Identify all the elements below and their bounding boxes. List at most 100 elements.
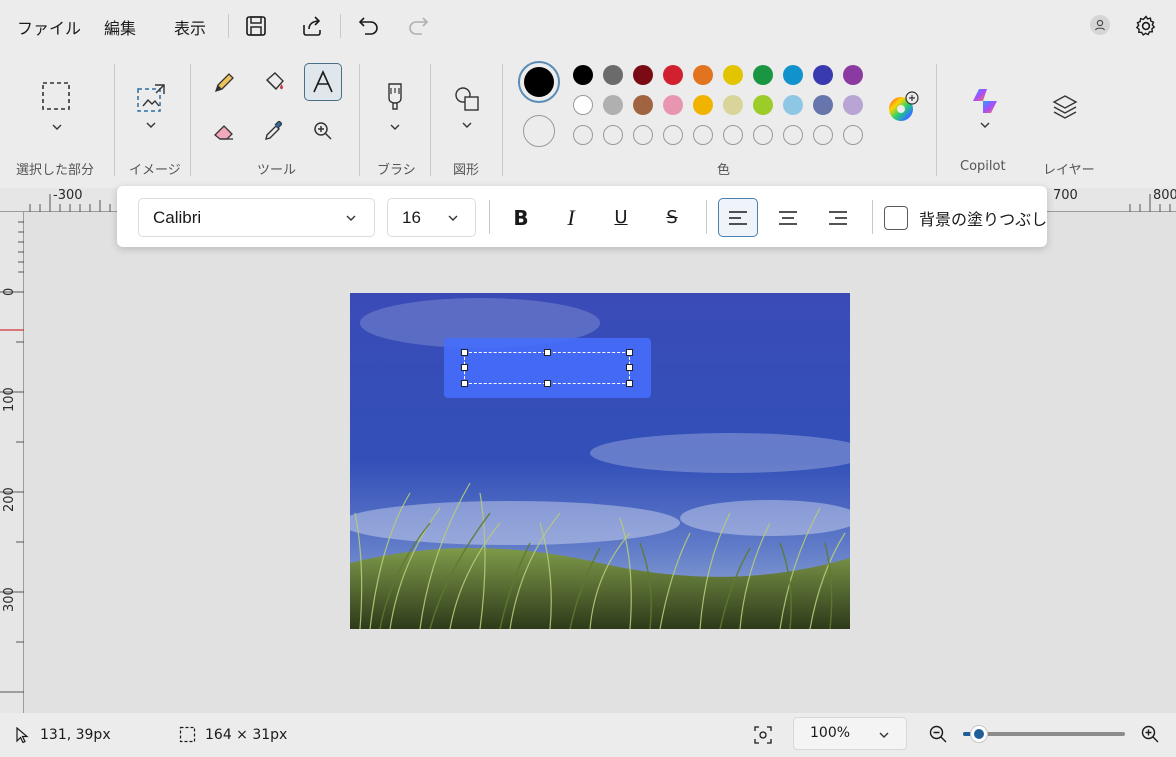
image-tool-button[interactable] (132, 79, 170, 117)
primary-color-ring[interactable] (518, 61, 560, 103)
ribbon-divider (114, 64, 115, 176)
selection-size-icon (179, 726, 196, 743)
color-swatch[interactable] (783, 65, 803, 85)
menu-divider (340, 14, 341, 38)
account-icon[interactable] (1088, 13, 1112, 37)
chevron-down-icon[interactable] (461, 121, 473, 129)
resize-handle[interactable] (461, 349, 468, 356)
color-swatch[interactable] (663, 95, 683, 115)
ruler-label: 0 (2, 287, 17, 296)
undo-icon[interactable] (356, 13, 382, 39)
eraser-icon[interactable] (205, 112, 243, 150)
save-icon[interactable] (243, 13, 269, 39)
color-swatch[interactable] (573, 125, 593, 145)
magnifier-icon[interactable] (304, 112, 342, 150)
layers-icon[interactable] (1046, 88, 1084, 126)
zoom-dropdown[interactable]: 100% (793, 717, 907, 750)
color-swatch[interactable] (603, 125, 623, 145)
menu-view[interactable]: 表示 (174, 15, 206, 39)
fill-background-checkbox[interactable] (884, 206, 908, 230)
resize-handle[interactable] (461, 380, 468, 387)
resize-handle[interactable] (626, 364, 633, 371)
text-tool-button[interactable] (304, 63, 342, 101)
brush-icon[interactable] (376, 78, 414, 116)
color-swatch[interactable] (753, 125, 773, 145)
toolbar-divider (872, 200, 873, 234)
zoom-slider-thumb[interactable] (970, 725, 989, 743)
chevron-down-icon[interactable] (389, 123, 401, 131)
resize-handle[interactable] (626, 349, 633, 356)
align-left-icon (729, 210, 747, 225)
resize-handle[interactable] (544, 380, 551, 387)
color-swatch[interactable] (573, 65, 593, 85)
color-swatch[interactable] (633, 95, 653, 115)
brush-group-label: ブラシ (377, 163, 416, 178)
font-family-dropdown[interactable]: Calibri (138, 198, 375, 237)
color-swatch[interactable] (843, 95, 863, 115)
gear-icon[interactable] (1133, 13, 1159, 39)
color-swatch[interactable] (693, 95, 713, 115)
zoom-out-icon[interactable] (928, 724, 948, 744)
ribbon-divider (190, 64, 191, 176)
resize-handle[interactable] (461, 364, 468, 371)
menu-file[interactable]: ファイル (17, 15, 81, 39)
color-swatch[interactable] (663, 125, 683, 145)
color-swatch[interactable] (633, 125, 653, 145)
color-swatch[interactable] (843, 65, 863, 85)
color-picker-icon[interactable] (255, 112, 293, 150)
color-swatch[interactable] (843, 125, 863, 145)
color-swatch[interactable] (693, 65, 713, 85)
resize-handle[interactable] (626, 380, 633, 387)
italic-button[interactable]: I (551, 198, 591, 237)
color-swatch[interactable] (603, 65, 623, 85)
underline-button[interactable]: U (601, 198, 641, 237)
zoom-in-icon[interactable] (1140, 724, 1160, 744)
color-swatch[interactable] (693, 125, 713, 145)
chevron-down-icon[interactable] (979, 121, 991, 129)
fill-bucket-icon[interactable] (255, 64, 293, 102)
ruler-label: 300 (2, 587, 17, 612)
color-swatch[interactable] (573, 95, 593, 115)
zoom-slider[interactable] (963, 725, 1125, 743)
color-swatch[interactable] (723, 95, 743, 115)
strikethrough-button[interactable]: S (652, 198, 692, 237)
color-swatch[interactable] (753, 95, 773, 115)
color-swatch[interactable] (813, 125, 833, 145)
resize-handle[interactable] (544, 349, 551, 356)
secondary-color-swatch[interactable] (523, 115, 555, 147)
color-swatch[interactable] (813, 95, 833, 115)
color-swatch[interactable] (723, 125, 743, 145)
color-swatch[interactable] (813, 65, 833, 85)
shapes-icon[interactable] (448, 80, 486, 118)
color-swatch[interactable] (783, 125, 803, 145)
menu-edit[interactable]: 編集 (104, 15, 136, 39)
redo-icon[interactable] (405, 13, 431, 39)
vertical-ruler: 0 100 200 300 (0, 212, 24, 713)
align-right-button[interactable] (818, 198, 858, 237)
shapes-group-label: 図形 (453, 163, 480, 178)
chevron-down-icon (879, 732, 889, 738)
pencil-icon[interactable] (205, 64, 243, 102)
align-center-button[interactable] (768, 198, 808, 237)
chevron-down-icon[interactable] (145, 121, 157, 129)
align-left-button[interactable] (718, 198, 758, 237)
color-swatch[interactable] (603, 95, 623, 115)
font-size-value: 16 (402, 208, 421, 227)
fit-to-window-icon[interactable] (753, 725, 773, 745)
chevron-down-icon (448, 215, 458, 221)
font-size-dropdown[interactable]: 16 (387, 198, 476, 237)
bold-button[interactable]: B (501, 198, 541, 237)
select-tool-button[interactable] (37, 77, 75, 115)
color-swatch[interactable] (783, 95, 803, 115)
cursor-position: 131, 39px (40, 727, 111, 743)
edit-colors-icon[interactable] (884, 88, 922, 126)
tools-group-label: ツール (257, 163, 297, 178)
color-swatch[interactable] (663, 65, 683, 85)
share-icon[interactable] (299, 13, 325, 39)
copilot-icon[interactable] (966, 82, 1004, 120)
color-swatch[interactable] (753, 65, 773, 85)
chevron-down-icon[interactable] (51, 123, 63, 131)
primary-color-swatch (524, 67, 554, 97)
color-swatch[interactable] (633, 65, 653, 85)
color-swatch[interactable] (723, 65, 743, 85)
